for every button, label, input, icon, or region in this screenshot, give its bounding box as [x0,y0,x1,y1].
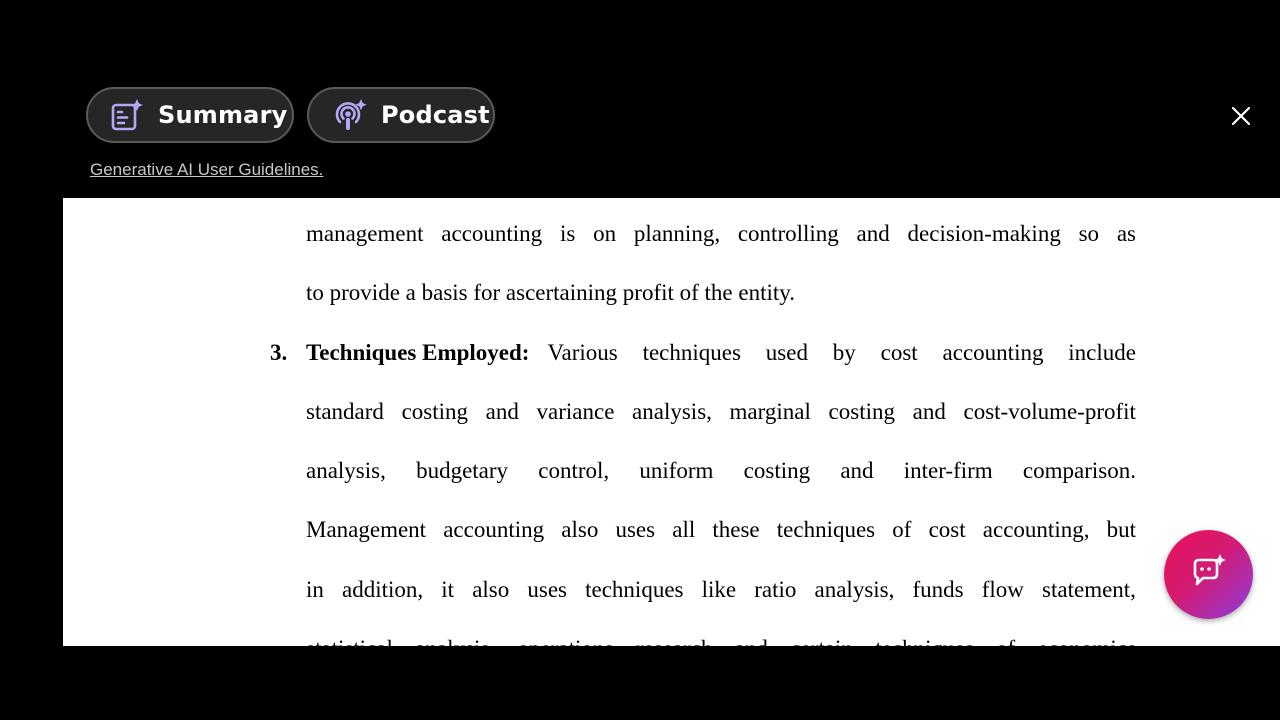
doc-word: uniform [639,458,714,483]
doc-word: and [485,399,519,424]
doc-word: costing [401,399,469,424]
list-item-heading-line: Techniques Employed: Various techniques us… [306,338,1136,368]
doc-word: decision-making [907,221,1061,246]
doc-word: operations [518,634,614,646]
doc-word: accounting [441,221,543,246]
doc-word: comparison. [1022,458,1136,483]
doc-line: analysis, budgetary control, uniform costing… [306,456,1136,486]
podcast-button[interactable]: Podcast [307,87,495,143]
ai-guidelines-link[interactable]: Generative AI User Guidelines. [90,160,323,180]
doc-word: techniques [585,577,684,602]
doc-word: variance [536,399,615,424]
doc-word: all [672,517,696,542]
doc-word: statement, [1042,577,1136,602]
doc-word: techniques [776,517,876,542]
doc-word: standard [306,399,384,424]
ai-assistant-button[interactable] [1164,530,1253,619]
doc-word: cost [880,340,918,365]
doc-word: it [441,577,455,602]
list-item-heading: Techniques Employed: [306,340,530,365]
doc-word: costing [828,399,895,424]
doc-word: certain [790,634,853,646]
doc-word: also [561,517,599,542]
list-item-number: 3. [270,340,288,365]
doc-line: Management accounting also uses all these tech… [306,515,1136,545]
doc-word: so [1078,221,1100,246]
assistant-toolbar: Summary Podcast Generative AI User Guide… [0,0,1280,198]
close-icon[interactable] [1228,103,1254,129]
doc-word: cost-volume-profit [963,399,1136,424]
doc-word: of [996,634,1015,646]
document-page: management accounting is on planning, control… [63,198,1280,646]
doc-word: costing [743,458,811,483]
doc-word: economics [1038,634,1136,646]
summary-label: Summary [158,101,288,129]
doc-word: used [765,340,808,365]
doc-word: control, [538,458,610,483]
doc-word: but [1106,517,1136,542]
summary-sparkle-icon [110,98,144,132]
doc-word: analysis, [814,577,895,602]
doc-word: addition, [342,577,424,602]
doc-word: uses [615,517,656,542]
doc-word: techniques [875,634,973,646]
doc-word: and [856,221,890,246]
doc-word: Management [306,517,427,542]
doc-line: standard costing and variance analysis, margi… [306,397,1136,427]
doc-word: ratio [754,577,797,602]
doc-word: controlling [737,221,839,246]
doc-word: marginal [729,399,811,424]
doc-word: funds [912,577,964,602]
doc-word: is [559,221,576,246]
doc-word: accounting [443,517,545,542]
doc-word: analysis, [632,399,712,424]
doc-word: these [712,517,760,542]
doc-word: research [636,634,713,646]
doc-word: and [840,458,874,483]
podcast-sparkle-icon [333,98,367,132]
doc-line: Various techniques used by cost accounting inc… [547,338,1136,368]
ai-chat-icon [1189,552,1229,597]
doc-word: analysis, [306,458,386,483]
doc-line: statistical analysis, operations research an… [306,634,1136,646]
doc-word: planning, [633,221,721,246]
doc-word: accounting [942,340,1044,365]
doc-line: in addition, it also uses techniques like ratio… [306,575,1136,605]
doc-word: management [306,221,424,246]
doc-word: include [1068,340,1136,365]
doc-word: in [306,577,324,602]
doc-word: inter-firm [903,458,993,483]
doc-word: and [735,634,768,646]
doc-word: cost [928,517,966,542]
doc-word: flow [981,577,1024,602]
doc-word: analysis, [415,634,495,646]
doc-line: to provide a basis for ascertaining prof… [306,280,796,305]
doc-word: of [892,517,912,542]
doc-line: management accounting is on planning, control… [306,219,1136,249]
doc-word: budgetary [416,458,509,483]
doc-word: also [472,577,510,602]
doc-word: statistical [306,634,393,646]
doc-word: on [593,221,617,246]
podcast-label: Podcast [381,101,490,129]
doc-word: accounting, [982,517,1090,542]
doc-word: uses [527,577,567,602]
doc-word: techniques [642,340,741,365]
doc-word: like [701,577,737,602]
summary-button[interactable]: Summary [86,87,294,143]
doc-word: and [912,399,946,424]
doc-word: Various [547,340,618,365]
doc-word: by [832,340,856,365]
doc-word: as [1116,221,1136,246]
